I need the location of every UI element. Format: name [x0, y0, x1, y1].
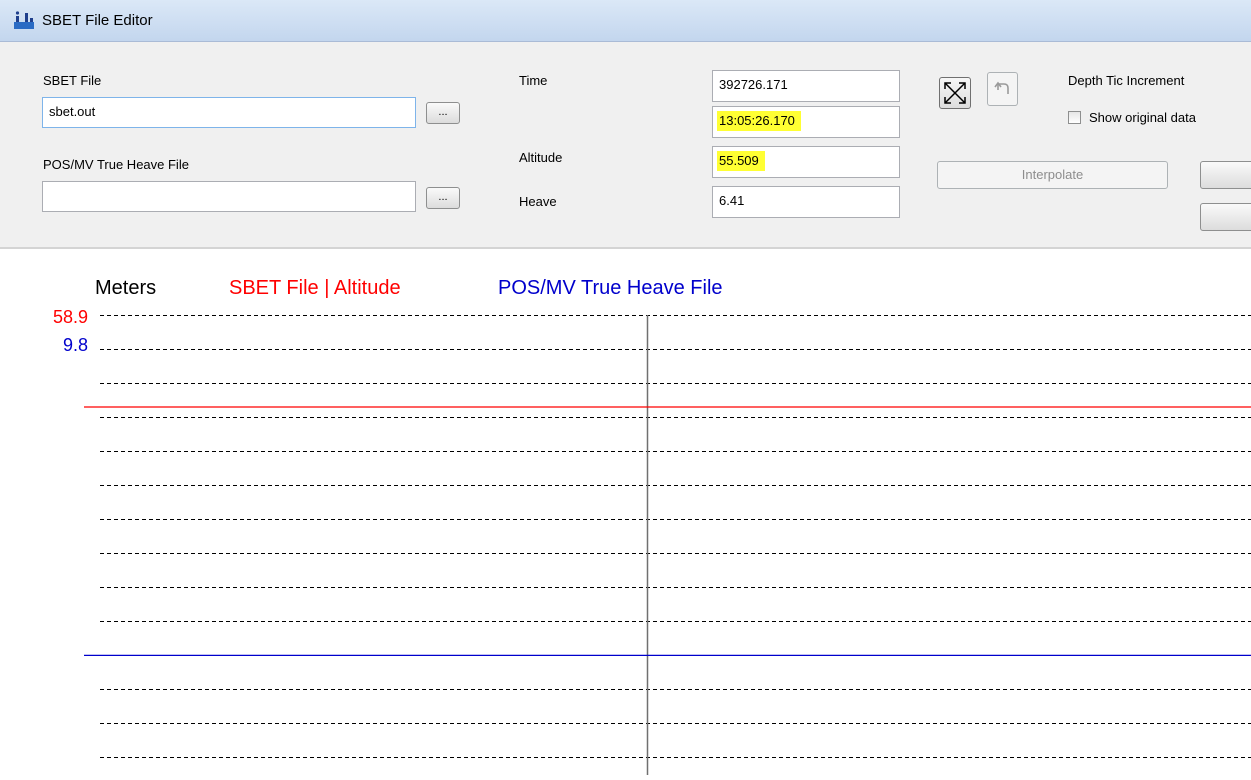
- clock-time-field[interactable]: 13:05:26.170: [712, 106, 900, 138]
- heave-axis-top-label: 9.8: [62, 335, 88, 355]
- altitude-field[interactable]: 55.509: [712, 146, 900, 178]
- heave-file-input[interactable]: [42, 181, 416, 212]
- sbet-app-icon: [14, 11, 34, 29]
- window-title: SBET File Editor: [42, 12, 153, 29]
- time-value: 392726.171: [719, 77, 788, 92]
- show-original-checkbox[interactable]: [1068, 111, 1081, 124]
- sbet-browse-button[interactable]: ...: [426, 102, 460, 124]
- sbet-file-input[interactable]: sbet.out: [42, 97, 416, 128]
- show-original-label: Show original data: [1089, 110, 1196, 125]
- undo-button[interactable]: [987, 72, 1018, 106]
- undo-icon: [994, 81, 1009, 94]
- depth-chart[interactable]: [0, 249, 1251, 775]
- sbet-file-label: SBET File: [43, 73, 102, 88]
- title-bar: SBET File Editor: [0, 0, 1251, 42]
- depth-tic-label: Depth Tic Increment: [1068, 73, 1185, 88]
- altitude-axis-top-label: 58.9: [52, 307, 88, 327]
- time-label: Time: [519, 73, 548, 88]
- interpolate-button[interactable]: Interpolate: [937, 161, 1168, 189]
- units-label: Meters: [95, 277, 157, 299]
- sbet-file-value: sbet.out: [49, 104, 96, 119]
- time-field[interactable]: 392726.171: [712, 70, 900, 102]
- heave-field[interactable]: 6.41: [712, 186, 900, 218]
- interpolate-label: Interpolate: [1021, 167, 1084, 182]
- altitude-value: 55.509: [717, 151, 765, 171]
- expand-button[interactable]: [939, 77, 971, 109]
- browse-label: ...: [438, 191, 448, 203]
- side-button-1[interactable]: [1200, 161, 1251, 189]
- side-button-2[interactable]: [1200, 203, 1251, 231]
- browse-label: ...: [438, 106, 448, 118]
- heave-file-label: POS/MV True Heave File: [43, 157, 189, 172]
- legend-heave: POS/MV True Heave File: [498, 277, 723, 299]
- heave-label: Heave: [519, 194, 557, 209]
- altitude-label: Altitude: [519, 150, 563, 165]
- control-panel: [0, 42, 1251, 249]
- clock-time-value: 13:05:26.170: [717, 111, 801, 131]
- legend-sbet-altitude: SBET File | Altitude: [229, 277, 401, 299]
- chart-plot[interactable]: [0, 249, 1251, 775]
- heave-browse-button[interactable]: ...: [426, 187, 460, 209]
- heave-value: 6.41: [719, 193, 745, 208]
- expand-arrows-icon: [944, 82, 966, 104]
